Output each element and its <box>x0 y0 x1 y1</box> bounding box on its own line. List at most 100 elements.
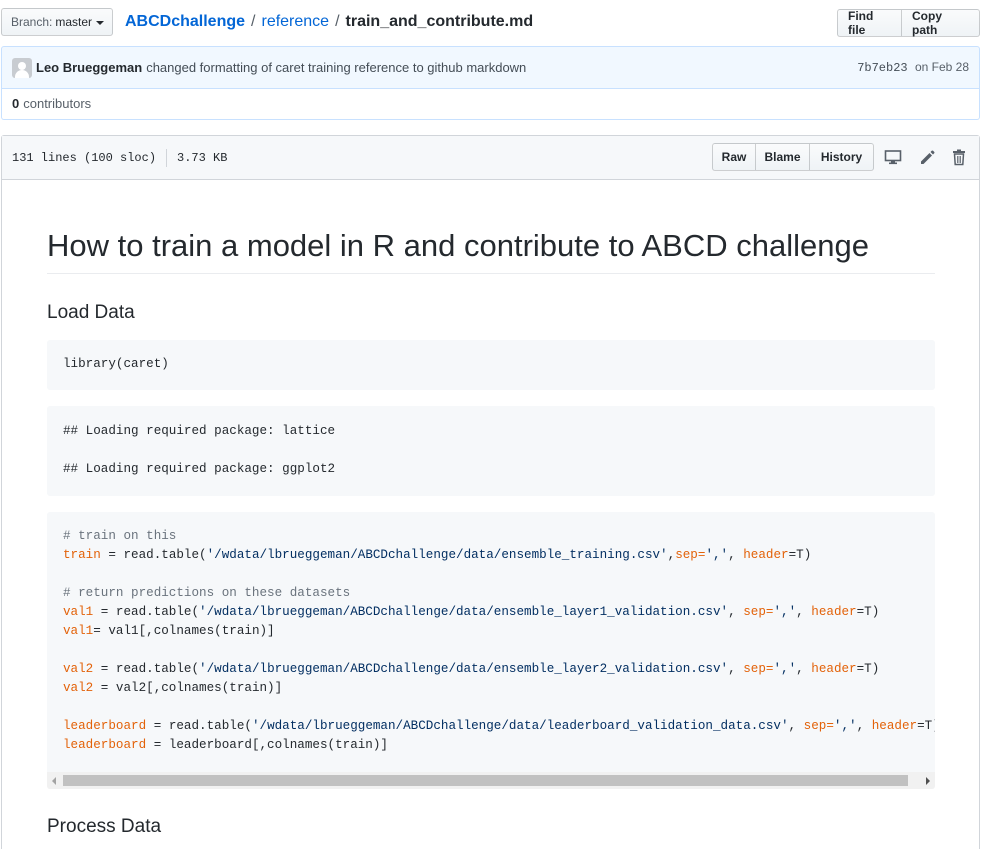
code-arg: header <box>811 605 857 619</box>
commit-author-link[interactable]: Leo Brueggeman <box>36 60 142 75</box>
section-heading-load-data: Load Data <box>47 302 135 323</box>
page-title: How to train a model in R and contribute… <box>47 226 935 274</box>
breadcrumb-separator: / <box>335 13 340 30</box>
code-text: , <box>796 662 812 676</box>
caret-down-icon <box>96 20 105 25</box>
breadcrumb-file-name: train_and_contribute.md <box>345 13 534 30</box>
horizontal-scrollbar[interactable] <box>47 772 935 789</box>
code-text: = leaderboard[,colnames(train)] <box>146 738 388 752</box>
pencil-icon[interactable] <box>918 148 936 166</box>
breadcrumb: ABCDchallenge / reference / train_and_co… <box>125 11 533 33</box>
code-line: val2 = val2[,colnames(train)] <box>63 679 282 698</box>
code-variable: leaderboard <box>63 719 147 733</box>
find-file-button[interactable]: Find file <box>837 9 902 37</box>
code-text: =T) <box>917 719 935 733</box>
commit-meta: 7b7eb23 on Feb 28 <box>857 60 969 75</box>
breadcrumb-repo-link[interactable]: ABCDchallenge <box>125 11 245 33</box>
code-variable: val2 <box>63 662 94 676</box>
code-variable: val1 <box>63 605 94 619</box>
code-comment: # return predictions on these datasets <box>63 586 351 600</box>
code-text: = <box>826 719 834 733</box>
code-comment: # train on this <box>63 529 177 543</box>
code-arg: header <box>811 662 857 676</box>
code-line: leaderboard = leaderboard[,colnames(trai… <box>63 736 388 755</box>
commit-date: on Feb 28 <box>914 60 969 74</box>
code-string: '/wdata/lbrueggeman/ABCDchallenge/data/e… <box>199 605 729 619</box>
code-text: = val2[,colnames(train)] <box>93 681 283 695</box>
code-string: ',' <box>773 605 797 619</box>
breadcrumb-folder-link[interactable]: reference <box>261 11 329 33</box>
branch-selector-button[interactable]: Branch: master <box>1 8 113 36</box>
scroll-left-arrow-icon[interactable] <box>52 777 56 785</box>
code-line: train = read.table('/wdata/lbrueggeman/A… <box>63 546 811 565</box>
code-block-library: library(caret) <box>47 340 935 390</box>
commit-message-link[interactable]: changed formatting of caret training ref… <box>146 60 526 75</box>
code-string: '/wdata/lbrueggeman/ABCDchallenge/data/e… <box>199 662 729 676</box>
code-string: ',' <box>705 548 729 562</box>
code-text: , <box>728 548 744 562</box>
code-string: ',' <box>833 719 857 733</box>
code-variable: leaderboard <box>63 738 147 752</box>
file-actions: Raw Blame History <box>712 143 874 171</box>
code-text: , <box>856 719 872 733</box>
contributors-count: 0 <box>12 96 20 111</box>
code-string: ',' <box>773 662 797 676</box>
code-arg: sep <box>803 719 827 733</box>
code-text: = read.table( <box>93 662 200 676</box>
scroll-right-arrow-icon[interactable] <box>926 777 930 785</box>
code-variable: val2 <box>63 681 94 695</box>
contributors-bar[interactable]: 0 contributors <box>1 88 980 120</box>
code-text: , <box>796 605 812 619</box>
code-text: = val1[,colnames(train)] <box>93 624 275 638</box>
code-text: =T) <box>856 662 880 676</box>
code-line: val1 = read.table('/wdata/lbrueggeman/AB… <box>63 603 879 622</box>
code-string: '/wdata/lbrueggeman/ABCDchallenge/data/e… <box>206 548 668 562</box>
code-text: = read.table( <box>100 548 207 562</box>
code-string: '/wdata/lbrueggeman/ABCDchallenge/data/l… <box>251 719 789 733</box>
file-lines: 131 lines (100 sloc) <box>12 150 157 165</box>
file-box: 131 lines (100 sloc) 3.73 KB Raw Blame H… <box>1 135 980 849</box>
path-bar: Branch: master ABCDchallenge / reference… <box>0 8 986 37</box>
code-line: val1= val1[,colnames(train)] <box>63 622 275 641</box>
code-variable: train <box>63 548 101 562</box>
code-block-load-data: # train on this train = read.table('/wda… <box>47 512 935 789</box>
code-text: , <box>728 662 744 676</box>
code-text: = read.table( <box>93 605 200 619</box>
code-arg: header <box>743 548 789 562</box>
code-arg: sep <box>743 605 766 619</box>
scrollbar-thumb[interactable] <box>63 775 908 786</box>
code-line: library(caret) <box>63 357 169 371</box>
code-line: ## Loading required package: ggplot2 <box>63 462 336 476</box>
branch-name: master <box>55 15 93 29</box>
code-arg: sep <box>675 548 698 562</box>
code-line: leaderboard = read.table('/wdata/lbruegg… <box>63 717 935 736</box>
code-line: val2 = read.table('/wdata/lbrueggeman/AB… <box>63 660 879 679</box>
history-button[interactable]: History <box>810 143 874 171</box>
code-text: , <box>788 719 804 733</box>
code-block-output: ## Loading required package: lattice ## … <box>47 406 935 496</box>
branch-prefix: Branch: <box>11 15 53 29</box>
file-header: 131 lines (100 sloc) 3.73 KB Raw Blame H… <box>2 136 979 180</box>
breadcrumb-separator: / <box>251 13 256 30</box>
raw-button[interactable]: Raw <box>712 143 756 171</box>
avatar[interactable] <box>12 57 32 78</box>
commit-tease: Leo Brueggeman changed formatting of car… <box>1 46 980 89</box>
code-text: , <box>728 605 744 619</box>
file-info: 131 lines (100 sloc) 3.73 KB <box>12 148 228 167</box>
section-heading-process-data: Process Data <box>47 816 162 837</box>
code-text: =T) <box>788 548 812 562</box>
code-arg: header <box>871 719 918 733</box>
code-text: = read.table( <box>146 719 252 733</box>
code-text: =T) <box>856 605 880 619</box>
code-arg: sep <box>743 662 766 676</box>
contributors-label: contributors <box>23 96 92 111</box>
trash-icon[interactable] <box>950 148 968 166</box>
commit-sha-link[interactable]: 7b7eb23 <box>857 61 907 75</box>
file-info-divider <box>166 148 168 167</box>
desktop-icon[interactable] <box>884 148 902 166</box>
copy-path-button[interactable]: Copy path <box>902 9 980 37</box>
blame-button[interactable]: Blame <box>756 143 810 171</box>
code-line: ## Loading required package: lattice <box>63 424 336 438</box>
code-variable: val1 <box>63 624 94 638</box>
file-size: 3.73 KB <box>177 150 228 165</box>
